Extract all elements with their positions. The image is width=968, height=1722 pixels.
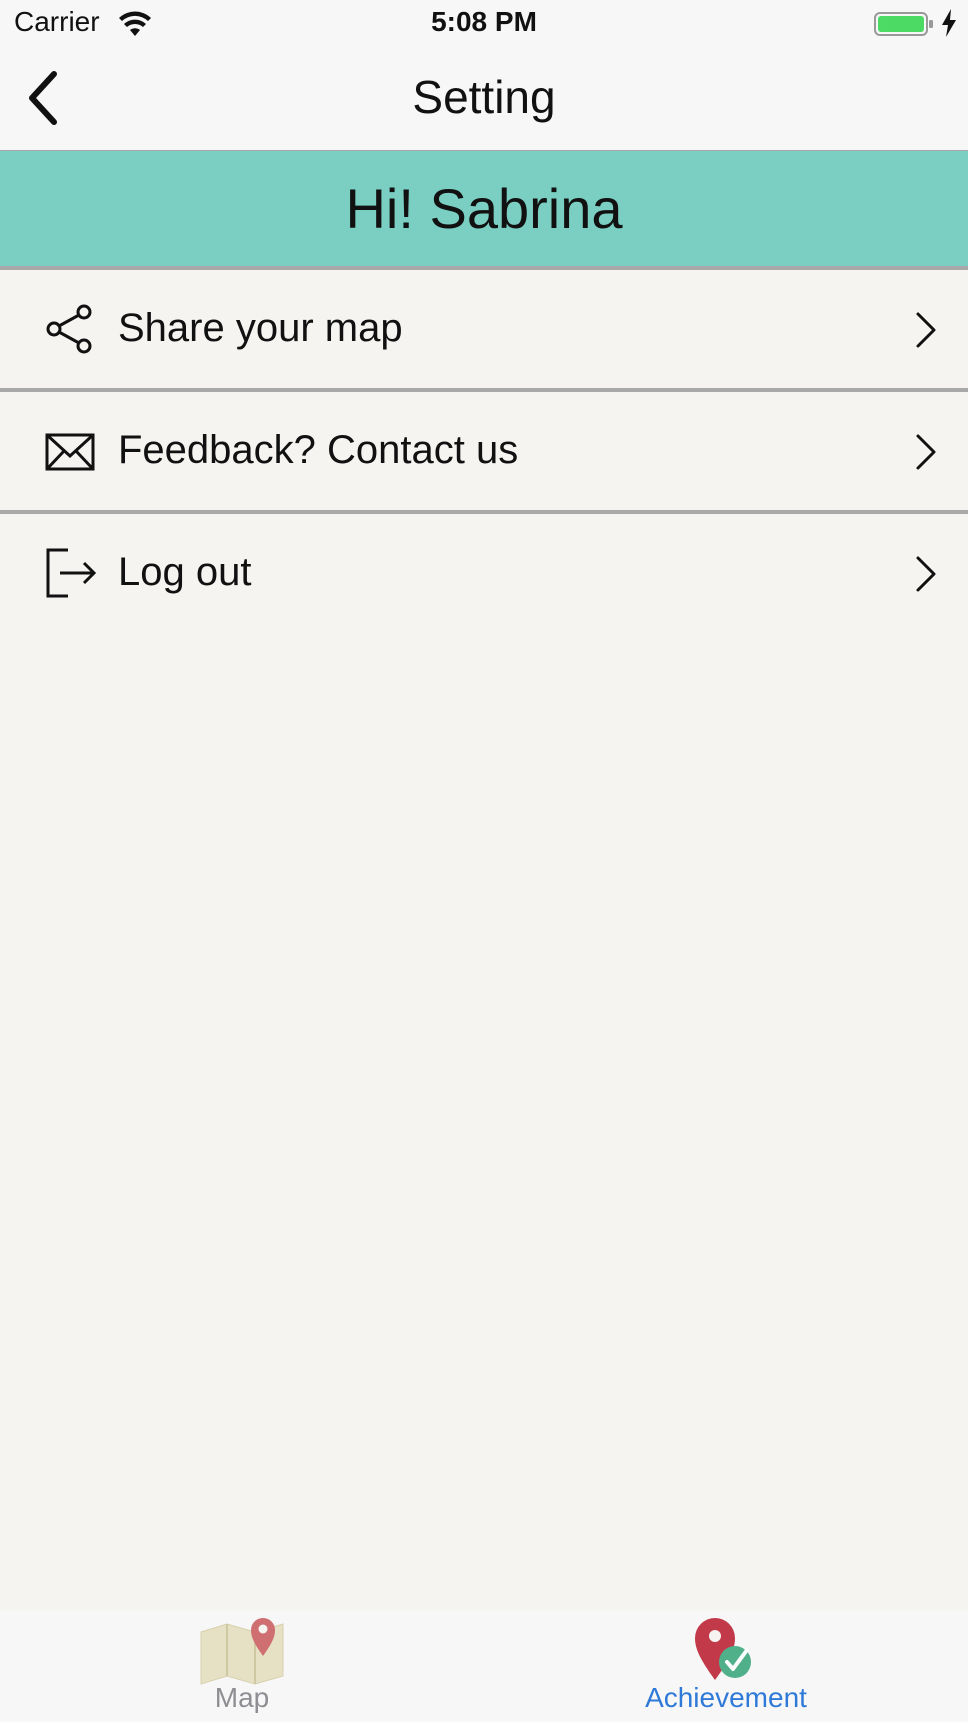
menu-item-logout[interactable]: Log out bbox=[0, 514, 968, 632]
status-bar: Carrier 5:08 PM bbox=[0, 0, 968, 48]
menu-item-label: Share your map bbox=[118, 306, 403, 350]
navigation-bar: Setting bbox=[0, 48, 968, 151]
charging-bolt-icon bbox=[942, 9, 956, 37]
chevron-right-icon bbox=[916, 556, 936, 592]
share-icon bbox=[46, 304, 92, 354]
tab-achievement[interactable]: Achievement bbox=[626, 1610, 826, 1722]
logout-icon bbox=[46, 548, 97, 598]
menu-item-share-map[interactable]: Share your map bbox=[0, 270, 968, 392]
tab-map[interactable]: Map bbox=[142, 1610, 342, 1722]
status-time: 5:08 PM bbox=[431, 6, 537, 37]
menu-item-feedback[interactable]: Feedback? Contact us bbox=[0, 392, 968, 514]
mail-icon bbox=[45, 433, 95, 471]
greeting-text: Hi! Sabrina bbox=[345, 177, 623, 240]
tab-label: Map bbox=[214, 1682, 270, 1713]
map-icon bbox=[200, 1618, 284, 1685]
page-title: Setting bbox=[412, 71, 556, 123]
menu-item-label: Feedback? Contact us bbox=[118, 428, 519, 472]
battery-icon bbox=[874, 12, 933, 36]
menu-item-label: Log out bbox=[118, 550, 252, 594]
tab-bar: Map Achievement bbox=[0, 1610, 968, 1722]
achievement-pin-icon bbox=[695, 1618, 751, 1680]
greeting-banner: Hi! Sabrina bbox=[0, 151, 968, 270]
tab-label: Achievement bbox=[645, 1682, 807, 1713]
chevron-right-icon bbox=[916, 434, 936, 470]
chevron-right-icon bbox=[916, 312, 936, 348]
